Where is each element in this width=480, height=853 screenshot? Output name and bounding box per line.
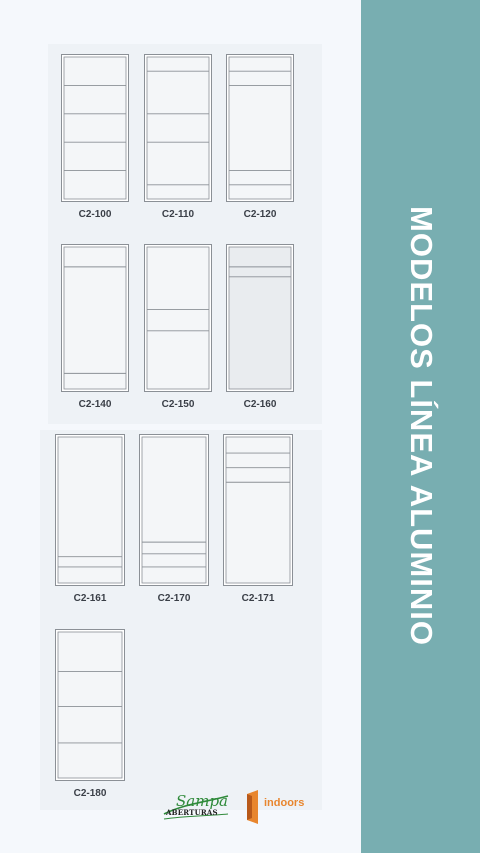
indoors-logo: indoors	[244, 790, 324, 824]
sampa-aberturas-logo: Sampa ABERTURAS	[160, 792, 232, 824]
door-drawing	[223, 434, 293, 586]
door-model-label: C2-180	[73, 788, 107, 799]
door-model-c2-120: C2-120	[226, 54, 294, 220]
door-drawing	[61, 244, 129, 392]
sampa-logo-subtitle: ABERTURAS	[166, 808, 218, 817]
door-drawing	[61, 54, 129, 202]
door-leaf	[146, 246, 210, 390]
door-drawing	[144, 54, 212, 202]
door-model-c2-161: C2-161	[55, 434, 125, 604]
door-drawing	[226, 244, 294, 392]
door-drawing	[226, 54, 294, 202]
door-model-c2-150: C2-150	[144, 244, 212, 410]
door-leaf	[63, 246, 127, 390]
door-leaf	[225, 436, 291, 584]
door-drawing	[144, 244, 212, 392]
door-glass-panel	[228, 246, 292, 390]
indoors-door-icon	[247, 790, 258, 824]
door-leaf	[57, 436, 123, 584]
door-model-c2-110: C2-110	[144, 54, 212, 220]
door-drawing	[55, 434, 125, 586]
door-model-c2-171: C2-171	[223, 434, 293, 604]
door-model-label: C2-171	[241, 593, 275, 604]
door-model-c2-160: C2-160	[226, 244, 294, 410]
door-model-label: C2-160	[243, 399, 277, 410]
door-leaf	[57, 631, 123, 779]
door-drawing	[139, 434, 209, 586]
door-leaf	[141, 436, 207, 584]
page-title: MODELOS LÍNEA ALUMINIO	[403, 206, 439, 646]
door-model-label: C2-120	[243, 209, 277, 220]
indoors-logo-word: indoors	[264, 797, 305, 809]
door-drawing	[55, 629, 125, 781]
door-leaf	[146, 56, 210, 200]
door-leaf	[228, 56, 292, 200]
title-sidebar: MODELOS LÍNEA ALUMINIO	[361, 0, 480, 853]
door-model-c2-140: C2-140	[61, 244, 129, 410]
door-model-c2-180: C2-180	[55, 629, 125, 799]
door-model-c2-100: C2-100	[61, 54, 129, 220]
door-leaf	[63, 56, 127, 200]
door-model-c2-170: C2-170	[139, 434, 209, 604]
